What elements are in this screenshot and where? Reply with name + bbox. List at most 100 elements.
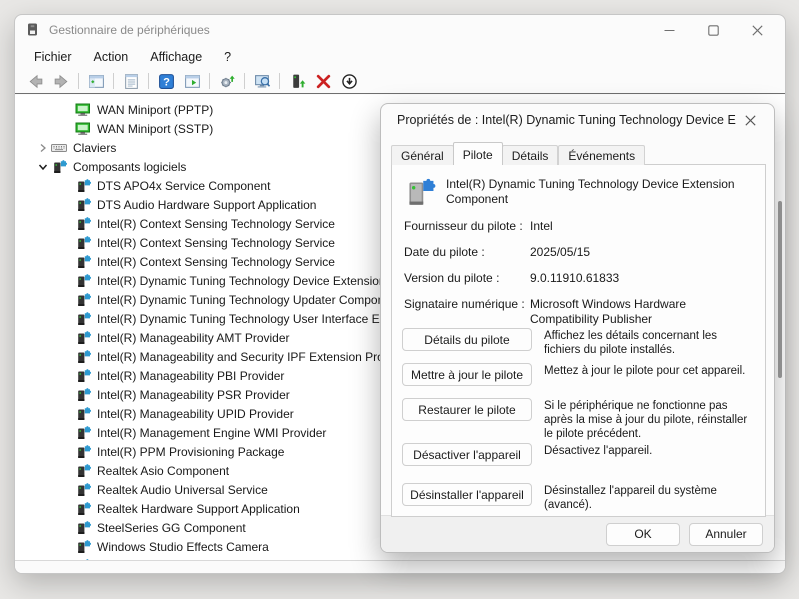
cancel-button[interactable]: Annuler <box>689 523 763 546</box>
driver-field-row: Version du pilote :9.0.11910.61833 <box>404 271 754 286</box>
tree-item-label: Intel(R) Dynamic Tuning Technology Devic… <box>97 273 386 288</box>
driver-action-button[interactable]: Détails du pilote <box>402 328 532 351</box>
dialog-title: Propriétés de : Intel(R) Dynamic Tuning … <box>397 113 736 127</box>
svg-text:?: ? <box>163 76 170 88</box>
software-component-icon <box>75 406 91 422</box>
field-label: Signataire numérique : <box>404 297 530 327</box>
tree-item-label: Intel(R) Context Sensing Technology Serv… <box>97 216 335 231</box>
dialog-titlebar[interactable]: Propriétés de : Intel(R) Dynamic Tuning … <box>381 104 774 136</box>
collapsed-chevron-icon[interactable] <box>35 140 51 156</box>
tree-item-label: Intel(R) Management Engine WMI Provider <box>97 425 326 440</box>
tab-pilote[interactable]: Pilote <box>453 142 503 165</box>
tree-item-label: Realtek Asio Component <box>97 463 229 478</box>
toolbar-separator <box>148 73 149 89</box>
software-component-device-icon <box>402 175 436 209</box>
properties-icon[interactable] <box>119 70 143 92</box>
driver-field-row: Date du pilote :2025/05/15 <box>404 245 754 260</box>
software-component-icon <box>75 368 91 384</box>
software-component-icon <box>75 216 91 232</box>
driver-field-row: Signataire numérique :Microsoft Windows … <box>404 297 754 327</box>
software-component-icon <box>75 520 91 536</box>
properties-dialog: Propriétés de : Intel(R) Dynamic Tuning … <box>380 103 775 553</box>
maximize-icon[interactable] <box>691 16 735 44</box>
forward-icon[interactable] <box>49 70 73 92</box>
back-icon[interactable] <box>23 70 47 92</box>
device-name: Intel(R) Dynamic Tuning Technology Devic… <box>446 175 746 209</box>
software-component-icon <box>75 178 91 194</box>
driver-action-description: Affichez les détails concernant les fich… <box>544 328 756 357</box>
network-adapter-icon <box>75 121 91 137</box>
dialog-close-icon[interactable] <box>736 107 766 133</box>
tree-item-label: Intel(R) Dynamic Tuning Technology Updat… <box>97 292 401 307</box>
software-component-icon <box>75 235 91 251</box>
software-component-icon <box>75 482 91 498</box>
driver-action-button[interactable]: Restaurer le pilote <box>402 398 532 421</box>
titlebar[interactable]: Gestionnaire de périphériques <box>15 15 785 45</box>
driver-action-button[interactable]: Désactiver l'appareil <box>402 443 532 466</box>
tab-evenements[interactable]: Événements <box>558 145 645 165</box>
field-value: 9.0.11910.61833 <box>530 271 740 286</box>
tree-item-label: Intel(R) Manageability PSR Provider <box>97 387 290 402</box>
driver-tab-page: Intel(R) Dynamic Tuning Technology Devic… <box>391 164 766 517</box>
toolbar-separator <box>78 73 79 89</box>
console-tree-icon[interactable] <box>84 70 108 92</box>
toolbar-separator <box>209 73 210 89</box>
toolbar-separator <box>279 73 280 89</box>
software-component-icon <box>75 444 91 460</box>
dialog-tabs: GénéralPiloteDétailsÉvénements <box>391 142 645 165</box>
tree-item-label: Claviers <box>73 140 116 155</box>
update-driver-icon[interactable] <box>285 70 309 92</box>
device-manager-app-icon <box>25 22 41 38</box>
expanded-chevron-icon[interactable] <box>35 159 51 175</box>
toolbar-separator <box>244 73 245 89</box>
action-pane-icon[interactable] <box>180 70 204 92</box>
help-icon[interactable]: ? <box>154 70 178 92</box>
tree-item-label: Realtek Audio Universal Service <box>97 482 268 497</box>
tree-item-label: Intel(R) Manageability UPID Provider <box>97 406 294 421</box>
tree-item-label: WAN Miniport (PPTP) <box>97 102 213 117</box>
driver-action-button[interactable]: Mettre à jour le pilote <box>402 363 532 386</box>
toolbar: ? <box>15 69 785 94</box>
tree-item-label: Intel(R) PPM Provisioning Package <box>97 444 284 459</box>
menu-item-affichage[interactable]: Affichage <box>141 47 211 67</box>
field-value: Intel <box>530 219 740 234</box>
tree-item-label: WAN Miniport (SSTP) <box>97 121 213 136</box>
software-component-icon <box>75 197 91 213</box>
network-adapter-icon <box>75 102 91 118</box>
field-value: Microsoft Windows Hardware Compatibility… <box>530 297 740 327</box>
driver-action-button[interactable]: Désinstaller l'appareil <box>402 483 532 506</box>
uninstall-device-icon[interactable] <box>311 70 335 92</box>
tree-item-label: Windows Studio Effects Camera <box>97 539 269 554</box>
driver-action-row: Détails du pilote Affichez les détails co… <box>402 328 762 357</box>
menu-item-action[interactable]: Action <box>85 47 138 67</box>
device-header: Intel(R) Dynamic Tuning Technology Devic… <box>402 175 746 209</box>
dialog-footer: OK Annuler <box>381 515 774 552</box>
tree-item-label: Intel(R) Manageability PBI Provider <box>97 368 284 383</box>
driver-action-row: Mettre à jour le pilote Mettez à jour le … <box>402 363 762 386</box>
menu-bar: FichierActionAffichage? <box>15 45 785 69</box>
computer-search-icon[interactable] <box>250 70 274 92</box>
driver-action-description: Désinstallez l'appareil du système (avan… <box>544 483 756 512</box>
disable-device-icon[interactable] <box>337 70 361 92</box>
scan-hardware-icon[interactable] <box>215 70 239 92</box>
field-value: 2025/05/15 <box>530 245 740 260</box>
driver-action-description: Si le périphérique ne fonctionne pas apr… <box>544 398 756 441</box>
tab-details[interactable]: Détails <box>502 145 559 165</box>
tree-item-label: SteelSeries GG Component <box>97 520 246 535</box>
software-component-icon <box>51 159 67 175</box>
tree-item-label: DTS APO4x Service Component <box>97 178 270 193</box>
driver-action-description: Mettez à jour le pilote pour cet apparei… <box>544 363 756 386</box>
menu-item-fichier[interactable]: Fichier <box>25 47 81 67</box>
driver-action-row: Désactiver l'appareil Désactivez l'appare… <box>402 443 762 466</box>
driver-action-row: Désinstaller l'appareil Désinstallez l'ap… <box>402 483 762 512</box>
tree-scrollbar-thumb[interactable] <box>778 201 782 378</box>
software-component-icon <box>75 330 91 346</box>
menu-item-aide[interactable]: ? <box>215 47 240 67</box>
tree-item-label: DTS Audio Hardware Support Application <box>97 197 316 212</box>
minimize-icon[interactable] <box>647 16 691 44</box>
ok-button[interactable]: OK <box>606 523 680 546</box>
tree-item-label: Intel(R) Dynamic Tuning Technology User … <box>97 311 386 326</box>
driver-action-description: Désactivez l'appareil. <box>544 443 756 466</box>
tab-general[interactable]: Général <box>391 145 454 165</box>
close-icon[interactable] <box>735 16 779 44</box>
